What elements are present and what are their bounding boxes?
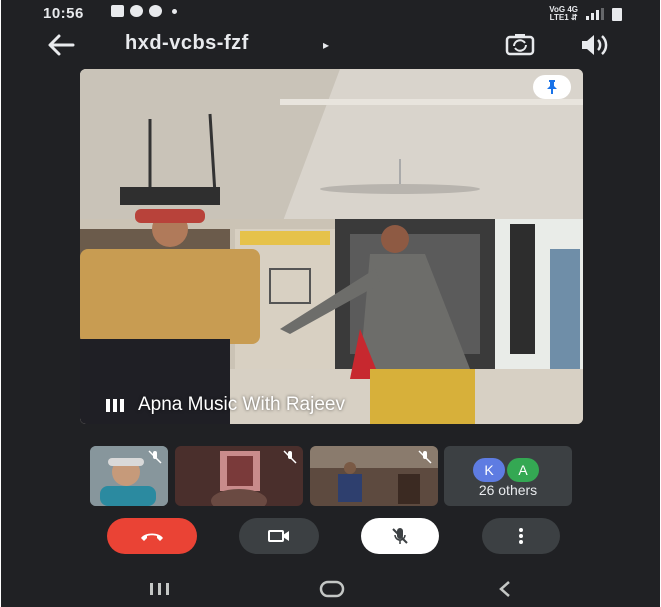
status-bar: 10:56 VoG 4G LTE1 ⇵ [1,0,660,28]
chrome-notification-icon [130,5,143,17]
home-icon [319,580,345,598]
chevron-left-icon [499,581,510,597]
more-notifications-dot-icon [172,8,177,14]
call-top-bar: hxd-vcbs-fzf ▸ [1,28,660,62]
participant-tile[interactable] [310,446,438,506]
signal-strength-icon [586,8,604,20]
mic-off-icon [283,450,297,464]
participant-tile[interactable] [90,446,168,506]
more-options-button[interactable] [482,518,560,554]
speaker-name: Apna Music With Rajeev [138,394,345,415]
audio-level-icon [106,398,124,412]
others-count-label: 26 others [478,482,538,498]
microphone-toggle-button[interactable] [361,518,439,554]
mic-off-icon [148,450,162,464]
meeting-details-caret-icon[interactable]: ▸ [323,38,329,52]
more-vertical-icon [519,528,523,544]
speaker-video-frame [80,69,583,424]
phone-hangup-icon [141,533,163,541]
speaker-icon [582,35,608,55]
battery-icon [612,7,622,21]
other-participants-tile[interactable]: K A 26 others [444,446,572,506]
network-lte-label: LTE1 ⇵ [549,13,578,22]
camera-toggle-button[interactable] [239,518,319,554]
gallery-notification-icon [111,5,124,17]
notification-icons [111,5,177,17]
pin-icon [547,80,557,94]
pin-button[interactable] [533,75,571,99]
end-call-button[interactable] [107,518,197,554]
avatar: K [473,458,505,482]
recents-icon [150,583,169,595]
mic-off-icon [418,450,432,464]
whatsapp-notification-icon [149,5,162,17]
home-button[interactable] [318,580,346,603]
speaker-name-label: Apna Music With Rajeev [106,394,345,416]
back-button[interactable] [45,31,77,59]
meeting-code-title[interactable]: hxd-vcbs-fzf [125,32,249,55]
mic-off-icon [392,528,408,544]
status-right: VoG 4G LTE1 ⇵ [549,6,622,22]
switch-camera-button[interactable] [503,30,537,60]
meet-call-screen: 10:56 VoG 4G LTE1 ⇵ hxd-vcbs-fzf ▸ Apna … [1,0,660,607]
system-navigation-bar [1,570,660,607]
participant-tile[interactable] [175,446,303,506]
system-back-button[interactable] [497,580,513,603]
audio-output-button[interactable] [577,30,611,60]
status-time: 10:56 [43,5,84,22]
arrow-left-icon [48,34,75,56]
switch-camera-icon [505,34,535,56]
video-camera-icon [268,530,289,542]
main-speaker-video[interactable]: Apna Music With Rajeev [80,69,583,424]
avatar: A [507,458,539,482]
recents-button[interactable] [147,582,173,601]
network-indicator: VoG 4G LTE1 ⇵ [549,6,578,22]
